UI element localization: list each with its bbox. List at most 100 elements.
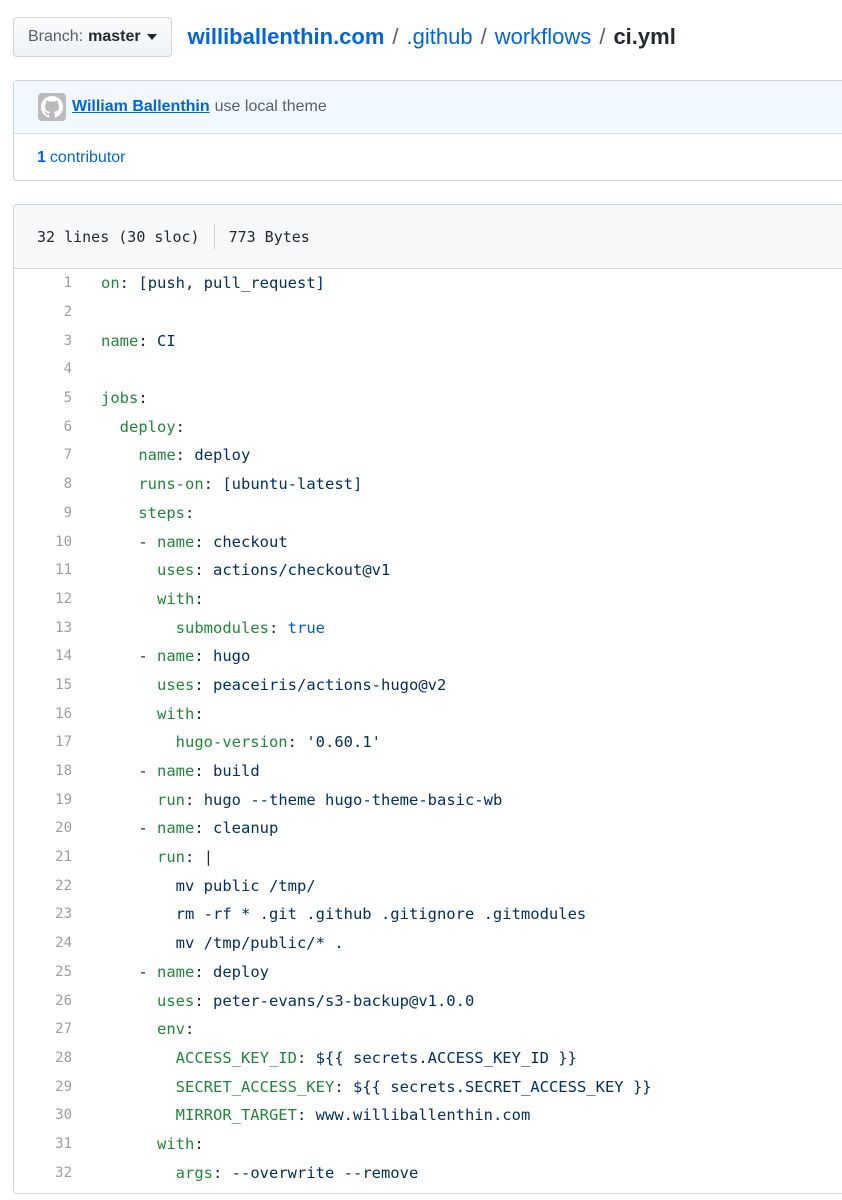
- line-content: deploy:: [119, 417, 186, 436]
- yaml-value: true: [287, 618, 325, 637]
- code-line: 9 steps:: [14, 499, 842, 528]
- yaml-value: --overwrite --remove: [231, 1163, 419, 1182]
- breadcrumb-workflows-link[interactable]: workflows: [495, 24, 592, 50]
- breadcrumb: williballenthin.com / .github / workflow…: [188, 24, 676, 50]
- code-line: 24 mv /tmp/public/* .: [14, 929, 842, 958]
- yaml-value: CI: [157, 331, 176, 350]
- line-content: runs-on: [ubuntu-latest]: [138, 475, 363, 494]
- line-content: uses: peter-evans/s3-backup@v1.0.0: [157, 991, 475, 1010]
- line-number[interactable]: 17: [14, 734, 72, 750]
- line-number[interactable]: 29: [14, 1079, 72, 1095]
- code-line: 17 hugo-version: '0.60.1': [14, 728, 842, 757]
- code-line: 1 on: [push, pull_request]: [14, 269, 842, 298]
- yaml-key: name: [157, 647, 195, 666]
- line-content: - name: cleanup: [138, 819, 279, 838]
- line-content: mv /tmp/public/* .: [72, 934, 344, 952]
- line-number[interactable]: 26: [14, 993, 72, 1009]
- yaml-value: hugo --theme hugo-theme-basic-wb: [203, 790, 503, 809]
- code-line: 8 runs-on: [ubuntu-latest]: [14, 470, 842, 499]
- code-line: 19 run: hugo --theme hugo-theme-basic-wb: [14, 785, 842, 814]
- line-number[interactable]: 32: [14, 1165, 72, 1181]
- breadcrumb-repo-link[interactable]: williballenthin.com: [188, 24, 385, 50]
- code-line: 13 submodules: true: [14, 613, 842, 642]
- code-line: 14 - name: hugo: [14, 642, 842, 671]
- line-content: run: |: [157, 848, 214, 867]
- contributor-count[interactable]: 1: [37, 149, 46, 167]
- yaml-value: actions/checkout@v1: [213, 561, 391, 580]
- breadcrumb-separator: /: [599, 24, 606, 49]
- line-number[interactable]: 3: [14, 333, 72, 349]
- line-number[interactable]: 19: [14, 792, 72, 808]
- code-blob: 1 on: [push, pull_request] 2 3 name: CI 4 5 job…: [14, 269, 842, 1187]
- code-line: 25 - name: deploy: [14, 958, 842, 987]
- line-number[interactable]: 12: [14, 591, 72, 607]
- line-number[interactable]: 10: [14, 534, 72, 550]
- line-content: - name: deploy: [138, 962, 270, 981]
- breadcrumb-github-link[interactable]: .github: [407, 24, 473, 50]
- code-line: 22 mv public /tmp/: [14, 871, 842, 900]
- breadcrumb-separator: /: [480, 24, 487, 49]
- line-number[interactable]: 6: [14, 419, 72, 435]
- branch-label: Branch:: [28, 28, 84, 45]
- code-line: 32 args: --overwrite --remove: [14, 1158, 842, 1187]
- yaml-key: with: [157, 589, 195, 608]
- yaml-value: ${{ secrets.SECRET_ACCESS_KEY }}: [352, 1077, 652, 1096]
- yaml-value: rm -rf * .git .github .gitignore .gitmod…: [175, 905, 587, 924]
- yaml-value: www.williballenthin.com: [315, 1106, 531, 1125]
- line-number[interactable]: 20: [14, 820, 72, 836]
- line-number[interactable]: 28: [14, 1050, 72, 1066]
- line-number[interactable]: 24: [14, 935, 72, 951]
- line-content: - name: hugo: [138, 647, 251, 666]
- yaml-key: runs-on: [138, 475, 204, 494]
- line-number[interactable]: 2: [14, 304, 72, 320]
- line-number[interactable]: 22: [14, 878, 72, 894]
- line-content: MIRROR_TARGET: www.williballenthin.com: [175, 1106, 531, 1125]
- branch-select-button[interactable]: Branch: master: [13, 17, 172, 57]
- contributors-row[interactable]: 1 contributor: [14, 134, 842, 181]
- yaml-value: |: [203, 848, 214, 867]
- line-number[interactable]: 7: [14, 447, 72, 463]
- line-number[interactable]: 21: [14, 849, 72, 865]
- yaml-key: MIRROR_TARGET: [175, 1106, 297, 1125]
- line-content: args: --overwrite --remove: [175, 1163, 419, 1182]
- line-number[interactable]: 25: [14, 964, 72, 980]
- commit-author-link[interactable]: William Ballenthin: [72, 98, 210, 116]
- line-number[interactable]: 8: [14, 476, 72, 492]
- contributor-label[interactable]: contributor: [50, 149, 126, 167]
- line-content: with:: [157, 1134, 204, 1153]
- line-number[interactable]: 18: [14, 763, 72, 779]
- yaml-value: [ubuntu-latest]: [222, 475, 363, 494]
- yaml-key: name: [101, 331, 139, 350]
- code-line: 11 uses: actions/checkout@v1: [14, 556, 842, 585]
- line-number[interactable]: 4: [14, 361, 72, 377]
- line-number[interactable]: 31: [14, 1136, 72, 1152]
- yaml-value: peter-evans/s3-backup@v1.0.0: [213, 991, 475, 1010]
- line-number[interactable]: 13: [14, 620, 72, 636]
- line-content: uses: peaceiris/actions-hugo@v2: [157, 675, 447, 694]
- line-content: uses: actions/checkout@v1: [157, 561, 391, 580]
- line-number[interactable]: 9: [14, 505, 72, 521]
- github-octocat-icon[interactable]: [38, 93, 66, 121]
- line-number[interactable]: 30: [14, 1107, 72, 1123]
- line-number[interactable]: 16: [14, 706, 72, 722]
- code-line: 28 ACCESS_KEY_ID: ${{ secrets.ACCESS_KEY…: [14, 1044, 842, 1073]
- yaml-value: mv public /tmp/: [175, 876, 316, 895]
- branch-value: master: [88, 28, 141, 45]
- yaml-value: ${{ secrets.ACCESS_KEY_ID }}: [315, 1048, 577, 1067]
- line-number[interactable]: 11: [14, 562, 72, 578]
- line-number[interactable]: 27: [14, 1021, 72, 1037]
- line-number[interactable]: 15: [14, 677, 72, 693]
- yaml-key: run: [157, 848, 185, 867]
- code-line: 12 with:: [14, 585, 842, 614]
- yaml-value: deploy: [194, 446, 251, 465]
- commit-message[interactable]: use local theme: [215, 98, 327, 116]
- code-line: 21 run: |: [14, 843, 842, 872]
- code-line: 2: [14, 298, 842, 327]
- line-number[interactable]: 5: [14, 390, 72, 406]
- yaml-key: deploy: [119, 417, 176, 436]
- yaml-key: args: [175, 1163, 213, 1182]
- line-number[interactable]: 23: [14, 906, 72, 922]
- line-number[interactable]: 14: [14, 648, 72, 664]
- file-line-count: 32 lines (30 sloc): [37, 227, 200, 246]
- line-number[interactable]: 1: [14, 275, 72, 291]
